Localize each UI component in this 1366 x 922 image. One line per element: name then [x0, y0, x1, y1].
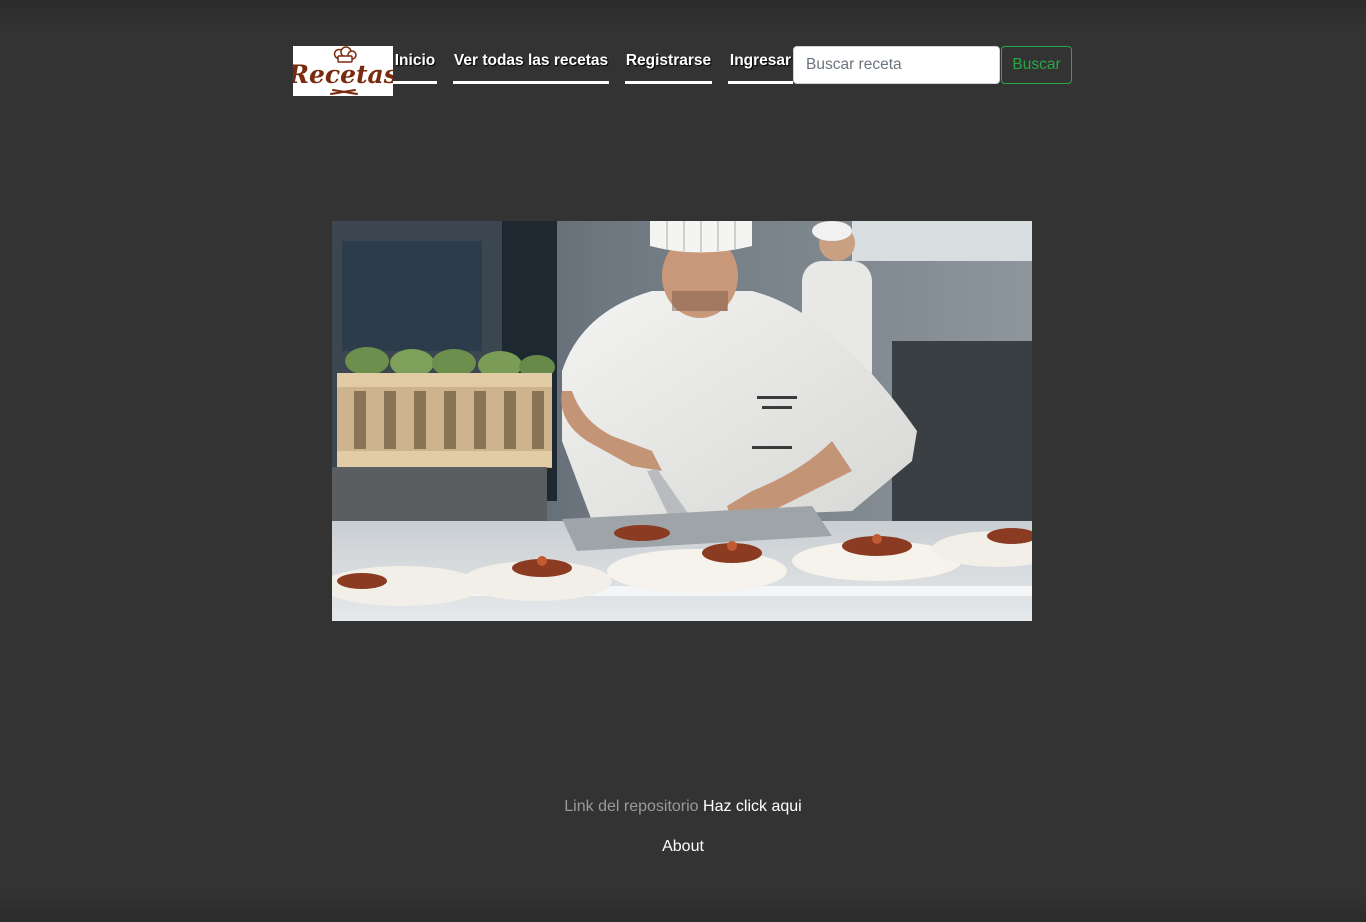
- chef-hat-logo-icon: Recetas: [293, 46, 393, 96]
- search-button[interactable]: Buscar: [1001, 46, 1072, 84]
- chef-kitchen-illustration: [332, 221, 1032, 621]
- logo-text: Recetas: [293, 60, 393, 89]
- nav-login-link[interactable]: Ingresar: [728, 50, 793, 84]
- search-input[interactable]: [793, 46, 1000, 84]
- footer-about-link[interactable]: About: [662, 838, 704, 855]
- site-logo[interactable]: Recetas: [293, 46, 393, 96]
- page: Recetas Inicio Ver todas las recetas Reg…: [0, 0, 1366, 922]
- footer-repo-link[interactable]: Haz click aqui: [703, 798, 802, 815]
- footer-repo-label: Link del repositorio: [564, 798, 699, 815]
- footer-about-line: About: [0, 837, 1366, 857]
- nav-register-link[interactable]: Registrarse: [625, 50, 712, 84]
- footer-repo-line: Link del repositorio Haz click aqui: [0, 797, 1366, 817]
- nav-all-recipes-link[interactable]: Ver todas las recetas: [453, 50, 609, 84]
- hero-image: [332, 221, 1032, 621]
- nav-inicio-link[interactable]: Inicio: [393, 50, 437, 84]
